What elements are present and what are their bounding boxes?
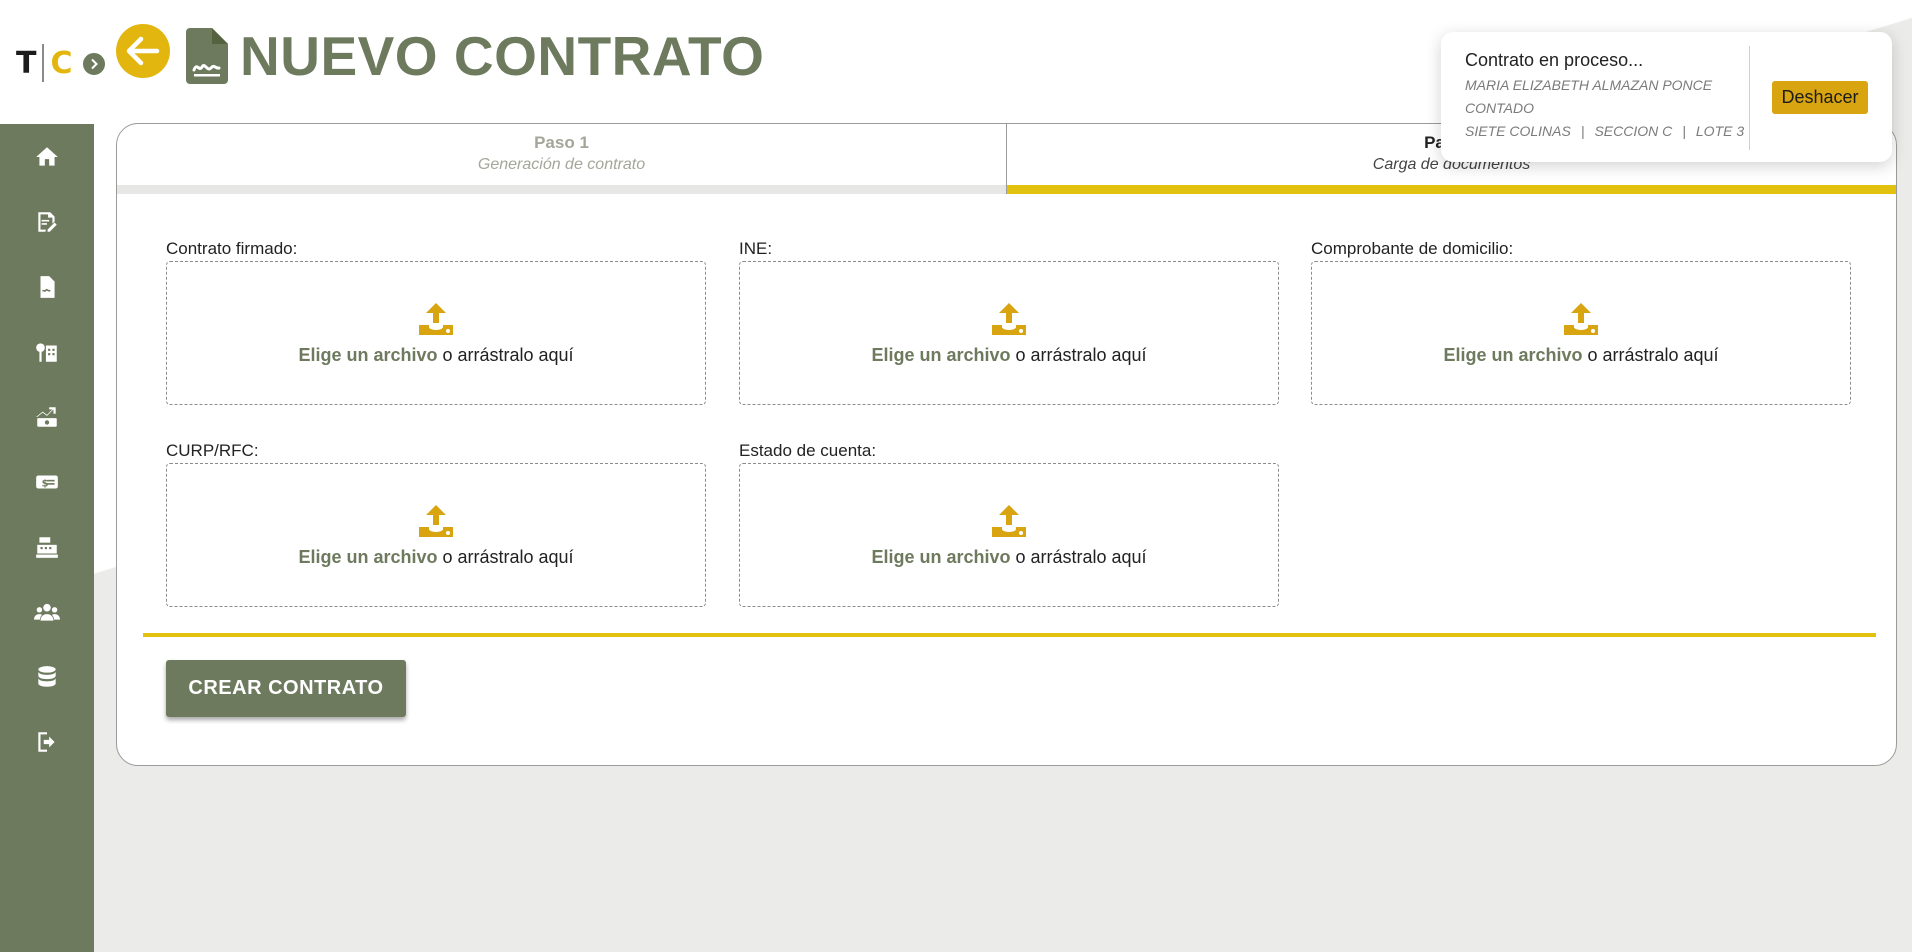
sidebar-item-clients[interactable] xyxy=(0,579,94,644)
sidebar-nav: $ xyxy=(0,124,94,774)
step-subtitle: Generación de contrato xyxy=(477,156,646,173)
upload-field-ine: INE: Elige un archivo o arrástralo aquí xyxy=(739,239,1279,405)
toast-separator: | xyxy=(1580,123,1585,139)
upload-icon xyxy=(419,504,453,537)
drag-text: o arrástralo aquí xyxy=(437,344,574,365)
upload-icon xyxy=(419,302,453,335)
users-icon xyxy=(34,603,60,621)
upload-field-account-statement: Estado de cuenta: Elige un archivo o arr… xyxy=(739,441,1279,607)
step-1-tab[interactable]: Paso 1 Generación de contrato xyxy=(117,124,1007,194)
contract-edit-icon xyxy=(38,211,57,232)
file-dropzone[interactable]: Elige un archivo o arrástralo aquí xyxy=(1311,261,1851,405)
dropzone-text: Elige un archivo o arrástralo aquí xyxy=(298,345,573,366)
database-icon xyxy=(38,665,56,687)
upload-field-proof-of-address: Comprobante de domicilio: Elige un archi… xyxy=(1311,239,1851,405)
dropzone-text: Elige un archivo o arrástralo aquí xyxy=(1443,345,1718,366)
contract-card: Paso 1 Generación de contrato Paso 2 Car… xyxy=(116,123,1897,766)
money-icon: $ xyxy=(36,475,58,489)
step-indicator xyxy=(117,185,1006,194)
upload-icon xyxy=(992,504,1026,537)
file-dropzone[interactable]: Elige un archivo o arrástralo aquí xyxy=(739,261,1279,405)
payments-icon xyxy=(36,406,57,427)
page-title: NUEVO CONTRATO xyxy=(240,25,765,87)
toast-location: SIETE COLINAS | SECCION C | LOTE 3 xyxy=(1465,123,1744,139)
choose-file-link[interactable]: Elige un archivo xyxy=(298,345,437,365)
contract-document-icon xyxy=(186,28,228,84)
logout-icon xyxy=(38,731,55,752)
sidebar: T C $ xyxy=(0,0,94,952)
dropzone-text: Elige un archivo o arrástralo aquí xyxy=(871,547,1146,568)
section-divider xyxy=(143,633,1876,637)
dropzone-text: Elige un archivo o arrástralo aquí xyxy=(871,345,1146,366)
field-label: INE: xyxy=(739,239,773,258)
drag-text: o arrástralo aquí xyxy=(1010,344,1147,365)
toast-separator: | xyxy=(1682,123,1686,139)
step-indicator-active xyxy=(1007,185,1896,194)
toast-payment-type: CONTADO xyxy=(1465,100,1534,116)
logo-letter-c: C xyxy=(50,45,73,81)
property-icon xyxy=(36,342,57,362)
toast-divider xyxy=(1749,46,1750,150)
dropzone-text: Elige un archivo o arrástralo aquí xyxy=(298,547,573,568)
logo-divider xyxy=(42,44,45,82)
choose-file-link[interactable]: Elige un archivo xyxy=(1443,345,1582,365)
field-label: CURP/RFC: xyxy=(166,441,259,460)
sidebar-item-database[interactable] xyxy=(0,644,94,709)
document-icon xyxy=(40,275,55,298)
toast-lot: LOTE 3 xyxy=(1695,123,1745,139)
sidebar-item-payments[interactable] xyxy=(0,384,94,449)
toast-section: SECCION C xyxy=(1594,123,1673,139)
file-dropzone[interactable]: Elige un archivo o arrástralo aquí xyxy=(739,463,1279,607)
field-label: Estado de cuenta: xyxy=(739,441,877,460)
field-label: Contrato firmado: xyxy=(166,239,298,258)
arrow-left-icon xyxy=(126,36,160,66)
file-dropzone[interactable]: Elige un archivo o arrástralo aquí xyxy=(166,261,706,405)
field-label: Comprobante de domicilio: xyxy=(1311,239,1514,258)
drag-text: o arrástralo aquí xyxy=(1582,344,1719,365)
toast-client-name: MARIA ELIZABETH ALMAZAN PONCE xyxy=(1465,77,1713,93)
file-dropzone[interactable]: Elige un archivo o arrástralo aquí xyxy=(166,463,706,607)
create-contract-button[interactable]: CREAR CONTRATO xyxy=(166,660,406,717)
sidebar-item-properties[interactable] xyxy=(0,319,94,384)
logo-letter-t: T xyxy=(16,45,37,81)
sidebar-item-home[interactable] xyxy=(0,124,94,189)
sidebar-item-contracts[interactable] xyxy=(0,189,94,254)
toast-title: Contrato en proceso... xyxy=(1465,50,1644,70)
sidebar-item-documents[interactable] xyxy=(0,254,94,319)
drag-text: o arrástralo aquí xyxy=(1010,546,1147,567)
app-logo[interactable]: T C xyxy=(16,44,73,82)
back-button[interactable] xyxy=(116,24,170,78)
home-icon xyxy=(36,146,58,166)
upload-icon xyxy=(992,302,1026,335)
choose-file-link[interactable]: Elige un archivo xyxy=(298,547,437,567)
drag-text: o arrástralo aquí xyxy=(437,546,574,567)
step-title: Paso 1 xyxy=(534,133,589,152)
sidebar-item-cashier[interactable] xyxy=(0,514,94,579)
sidebar-item-logout[interactable] xyxy=(0,709,94,774)
upload-field-signed-contract: Contrato firmado: Elige un archivo o arr… xyxy=(166,239,706,405)
choose-file-link[interactable]: Elige un archivo xyxy=(871,547,1010,567)
sidebar-toggle-button[interactable] xyxy=(80,50,108,78)
sidebar-item-billing[interactable]: $ xyxy=(0,449,94,514)
chevron-right-icon xyxy=(91,58,98,70)
contract-in-progress-toast: Contrato en proceso... MARIA ELIZABETH A… xyxy=(1441,32,1892,162)
undo-button[interactable]: Deshacer xyxy=(1772,81,1868,114)
upload-icon xyxy=(1564,302,1598,335)
toast-development: SIETE COLINAS xyxy=(1465,123,1571,139)
cash-register-icon xyxy=(36,536,58,558)
choose-file-link[interactable]: Elige un archivo xyxy=(871,345,1010,365)
upload-field-curp-rfc: CURP/RFC: Elige un archivo o arrástralo … xyxy=(166,441,706,607)
